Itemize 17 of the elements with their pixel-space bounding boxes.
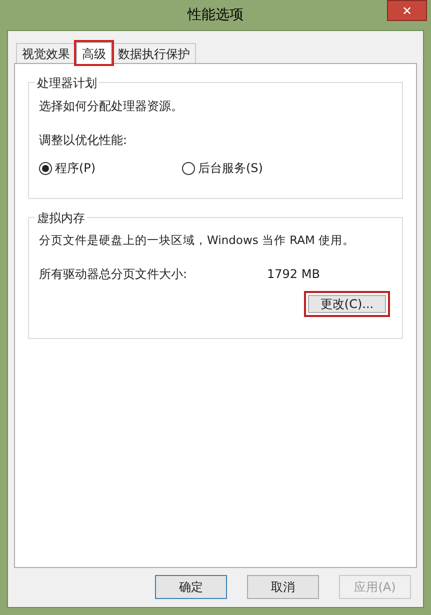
- radio-option[interactable]: 程序(P): [39, 159, 182, 177]
- dialog-button[interactable]: 取消: [247, 575, 319, 599]
- close-button[interactable]: ✕: [387, 0, 427, 21]
- tab[interactable]: 数据执行保护: [112, 43, 196, 63]
- tab[interactable]: 视觉效果: [16, 43, 76, 63]
- size-value: 1792 MB: [267, 266, 320, 284]
- description-text: 选择如何分配处理器资源。: [39, 98, 184, 115]
- prompt-text: 调整以优化性能:: [39, 132, 128, 149]
- window-title: 性能选项: [188, 6, 244, 24]
- group-title: 处理器计划: [35, 74, 99, 92]
- size-label: 所有驱动器总分页文件大小:: [39, 266, 188, 284]
- tab[interactable]: 高级: [76, 42, 112, 64]
- group-title: 虚拟内存: [35, 209, 87, 227]
- dialog-button[interactable]: 确定: [155, 575, 227, 599]
- change-button[interactable]: 更改(C)...: [304, 291, 390, 318]
- description-text: 分页文件是硬盘上的一块区域，Windows 当作 RAM 使用。: [39, 232, 356, 249]
- radio-option[interactable]: 后台服务(S): [182, 159, 263, 177]
